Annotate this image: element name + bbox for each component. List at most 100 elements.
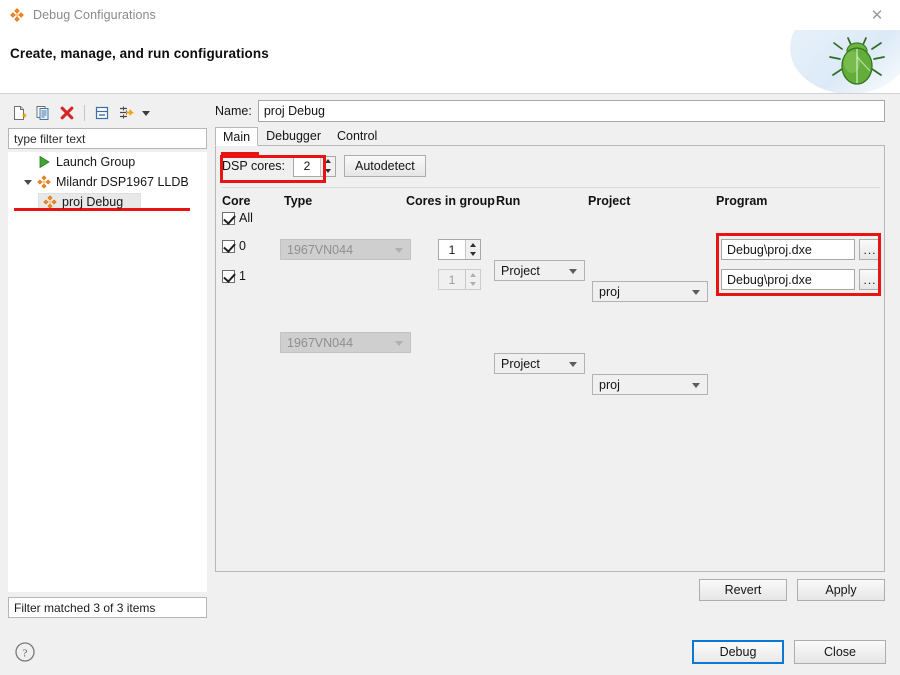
tab-debugger[interactable]: Debugger bbox=[258, 126, 329, 145]
chevron-down-icon bbox=[569, 361, 577, 367]
apply-button[interactable]: Apply bbox=[797, 579, 885, 601]
revert-button[interactable]: Revert bbox=[699, 579, 787, 601]
tree-item-proj-debug[interactable]: proj Debug bbox=[8, 192, 207, 212]
row-0-project-dropdown[interactable]: proj bbox=[592, 281, 708, 302]
dsp-cores-label: DSP cores: bbox=[222, 159, 285, 173]
row-1-core-label: 1 bbox=[239, 269, 246, 283]
row-1-project-dropdown[interactable]: proj bbox=[592, 374, 708, 395]
collapse-all-icon[interactable] bbox=[91, 102, 113, 124]
toolbar-separator bbox=[84, 105, 85, 121]
row-0-core-checkbox[interactable]: 0 bbox=[222, 239, 246, 253]
duplicate-configuration-icon[interactable] bbox=[32, 102, 54, 124]
column-header-project: Project bbox=[588, 194, 631, 208]
row-0-project-value: proj bbox=[599, 284, 620, 299]
select-all-checkbox[interactable]: All bbox=[222, 211, 253, 225]
dsp-cores-row: DSP cores: 2 Autodetect bbox=[222, 155, 426, 177]
name-input-value: proj Debug bbox=[263, 104, 325, 118]
dsp-cores-stepper-buttons[interactable] bbox=[320, 156, 335, 176]
row-0-program-browse-button[interactable]: ... bbox=[859, 239, 881, 260]
dsp-cores-value: 2 bbox=[294, 156, 320, 176]
close-button[interactable]: Close bbox=[794, 640, 886, 664]
chevron-down-icon bbox=[395, 340, 403, 346]
configurations-panel: type filter text Launch Group Milandr DS… bbox=[4, 100, 211, 619]
column-header-type: Type bbox=[284, 194, 313, 208]
row-1-core-checkbox[interactable]: 1 bbox=[222, 269, 246, 283]
autodetect-button[interactable]: Autodetect bbox=[344, 155, 426, 177]
chevron-down-icon bbox=[692, 289, 700, 295]
stepper-up-icon[interactable] bbox=[466, 240, 480, 250]
row-1-program-browse-button[interactable]: ... bbox=[859, 269, 881, 290]
column-header-run: Run bbox=[496, 194, 521, 208]
row-1-program-value: Debug\proj.dxe bbox=[727, 272, 812, 287]
tab-label: Debugger bbox=[266, 129, 321, 143]
tree-twisty-expanded-icon[interactable] bbox=[20, 174, 36, 190]
tree-item-label: Milandr DSP1967 LLDB bbox=[56, 175, 189, 189]
column-header-cores-in-group: Cores in group bbox=[406, 194, 495, 208]
tree-twisty-placeholder bbox=[20, 154, 36, 170]
tab-panel-main: DSP cores: 2 Autodetect Core Type Cores … bbox=[215, 146, 885, 572]
row-1-run-value: Project bbox=[501, 356, 540, 371]
tree-item-milandr-dsp1967-lldb[interactable]: Milandr DSP1967 LLDB bbox=[8, 172, 207, 192]
configuration-editor: Name: proj Debug Main Debugger Control D… bbox=[215, 100, 896, 619]
help-icon[interactable]: ? bbox=[14, 641, 36, 666]
row-1-program-input[interactable]: Debug\proj.dxe bbox=[721, 269, 855, 290]
tree-item-label: Launch Group bbox=[56, 155, 136, 169]
chevron-down-icon bbox=[569, 268, 577, 274]
row-1-type-dropdown: 1967VN044 bbox=[280, 332, 411, 353]
revert-label: Revert bbox=[724, 583, 762, 597]
debug-button[interactable]: Debug bbox=[692, 640, 784, 664]
orange-diamond-icon bbox=[42, 194, 58, 210]
debug-label: Debug bbox=[719, 645, 757, 659]
row-0-cores-in-group-stepper[interactable]: 1 bbox=[438, 239, 481, 260]
tab-main[interactable]: Main bbox=[215, 127, 259, 146]
close-icon[interactable]: ✕ bbox=[854, 0, 900, 30]
chevron-down-icon[interactable] bbox=[139, 102, 153, 124]
tab-label: Main bbox=[223, 129, 251, 144]
stepper-down-icon[interactable] bbox=[466, 250, 480, 260]
configurations-tree[interactable]: Launch Group Milandr DSP1967 LLDB proj D… bbox=[8, 152, 207, 592]
checkbox-icon bbox=[222, 211, 235, 225]
row-1-type-value: 1967VN044 bbox=[287, 335, 354, 350]
row-1-cores-in-group-stepper: 1 bbox=[438, 269, 481, 290]
name-input[interactable]: proj Debug bbox=[257, 100, 885, 122]
row-0-program-input[interactable]: Debug\proj.dxe bbox=[721, 239, 855, 260]
row-0-type-dropdown: 1967VN044 bbox=[280, 239, 411, 260]
tabstrip: Main Debugger Control bbox=[215, 127, 885, 146]
filter-status-text: Filter matched 3 of 3 items bbox=[14, 600, 156, 615]
row-0-run-dropdown[interactable]: Project bbox=[494, 260, 585, 281]
name-row: Name: proj Debug bbox=[215, 100, 885, 122]
tab-control[interactable]: Control bbox=[329, 126, 385, 145]
tree-toolbar bbox=[4, 100, 211, 126]
cores-table: Core Type Cores in group Run Project Pro… bbox=[216, 194, 886, 395]
new-configuration-icon[interactable] bbox=[8, 102, 30, 124]
delete-configuration-icon[interactable] bbox=[56, 102, 78, 124]
apply-label: Apply bbox=[825, 583, 857, 597]
filter-status-bar: Filter matched 3 of 3 items bbox=[8, 597, 207, 618]
select-all-label: All bbox=[239, 211, 253, 225]
filter-icon[interactable] bbox=[115, 102, 137, 124]
filter-placeholder: type filter text bbox=[14, 131, 86, 146]
column-header-program: Program bbox=[716, 194, 768, 208]
tree-item-launch-group[interactable]: Launch Group bbox=[8, 152, 207, 172]
tree-item-label: proj Debug bbox=[62, 195, 124, 209]
dsp-cores-stepper[interactable]: 2 bbox=[293, 155, 336, 177]
row-0-program-value: Debug\proj.dxe bbox=[727, 242, 812, 257]
checkbox-icon bbox=[222, 269, 235, 283]
tab-label: Control bbox=[337, 129, 378, 143]
footer-buttons: Debug Close bbox=[692, 640, 886, 664]
section-divider bbox=[222, 187, 880, 188]
stepper-down-icon[interactable] bbox=[321, 166, 335, 176]
stepper-up-icon bbox=[466, 270, 480, 280]
editor-action-buttons: Revert Apply bbox=[215, 579, 885, 603]
window-titlebar: Debug Configurations ✕ bbox=[0, 0, 900, 30]
filter-input[interactable]: type filter text bbox=[8, 128, 207, 149]
browse-label: ... bbox=[863, 243, 877, 257]
dialog-banner: Create, manage, and run configurations bbox=[0, 30, 900, 94]
browse-label: ... bbox=[863, 273, 877, 287]
chevron-down-icon bbox=[395, 247, 403, 253]
row-1-run-dropdown[interactable]: Project bbox=[494, 353, 585, 374]
green-play-icon bbox=[36, 154, 52, 170]
svg-text:?: ? bbox=[23, 648, 28, 660]
row-0-stepper-buttons[interactable] bbox=[465, 240, 480, 259]
stepper-up-icon[interactable] bbox=[321, 157, 335, 167]
